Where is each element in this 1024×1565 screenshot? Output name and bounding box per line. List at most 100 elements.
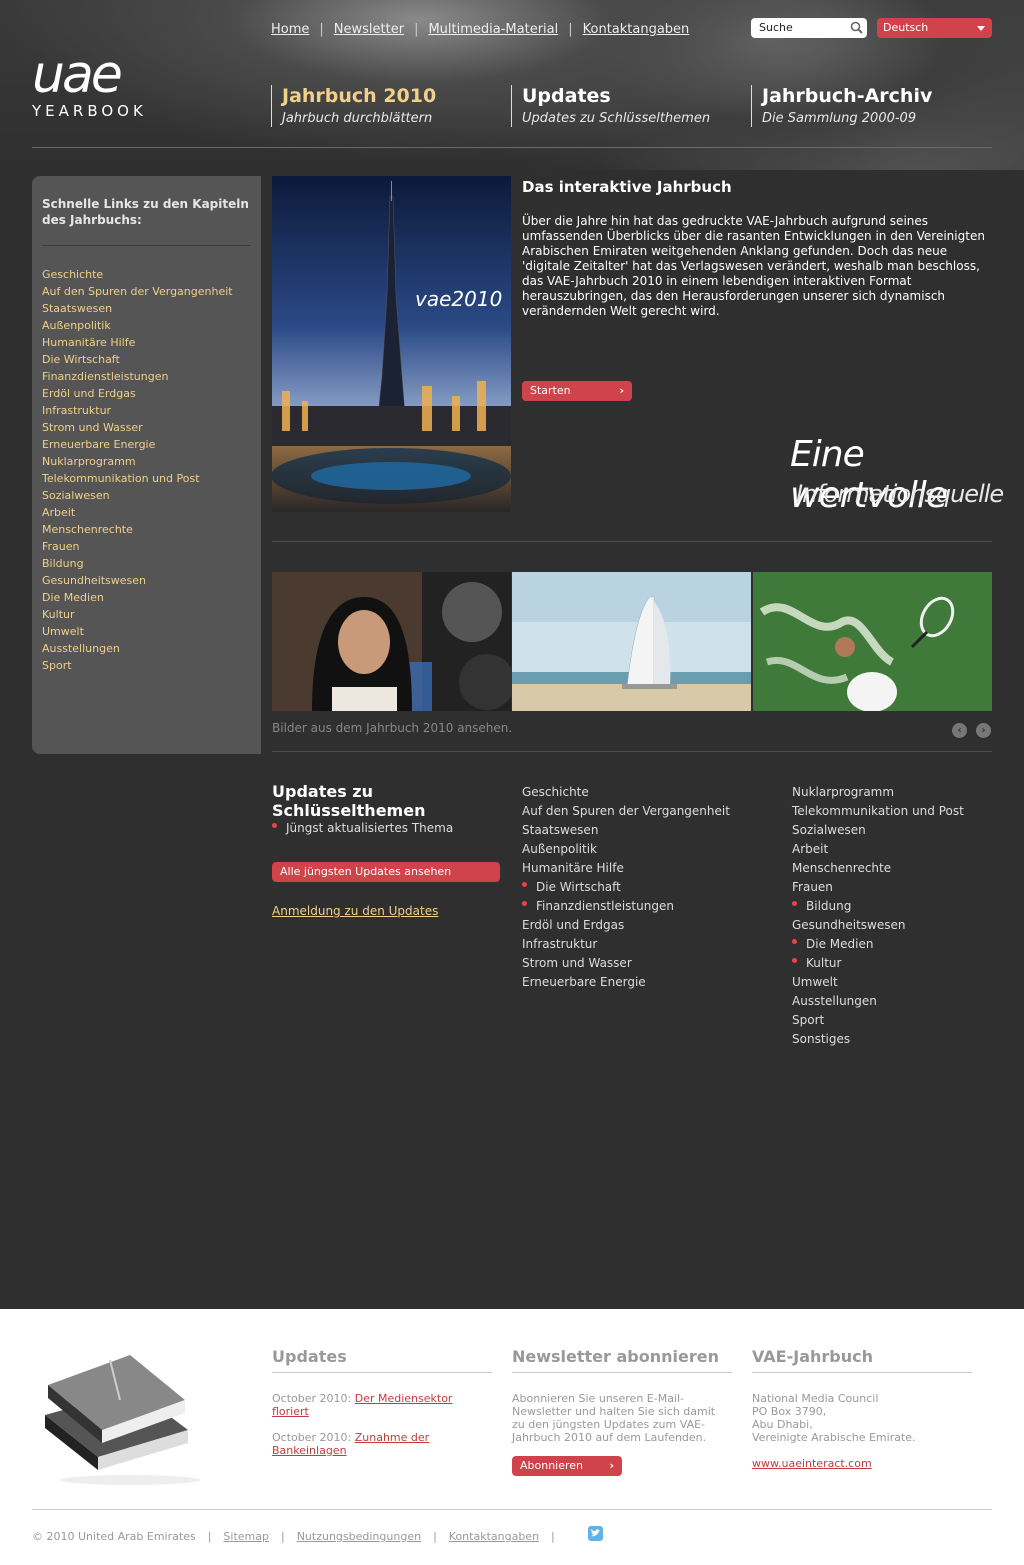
sidebar-link[interactable]: Staatswesen bbox=[42, 300, 251, 317]
updates-topic-link[interactable]: Geschichte bbox=[522, 783, 730, 802]
updates-topic-link[interactable]: Frauen bbox=[792, 878, 964, 897]
start-button-label: Starten bbox=[530, 384, 571, 397]
language-select[interactable]: Deutsch bbox=[877, 18, 992, 38]
updates-topic-link[interactable]: Kultur bbox=[792, 954, 964, 973]
gallery-next-button[interactable]: › bbox=[976, 723, 991, 738]
updates-topic-link[interactable]: Die Medien bbox=[792, 935, 964, 954]
topic-label: Kultur bbox=[806, 956, 842, 970]
news-date: October 2010: bbox=[272, 1392, 352, 1405]
sidebar-link[interactable]: Geschichte bbox=[42, 266, 251, 283]
topic-label: Sport bbox=[792, 1013, 825, 1027]
top-link-newsletter[interactable]: Newsletter bbox=[334, 22, 404, 37]
sidebar-link[interactable]: Erdöl und Erdgas bbox=[42, 385, 251, 402]
sidebar-link[interactable]: Erneuerbare Energie bbox=[42, 436, 251, 453]
all-updates-button[interactable]: Alle jüngsten Updates ansehen bbox=[272, 862, 500, 882]
updated-dot-icon bbox=[792, 901, 797, 906]
sidebar-link[interactable]: Bildung bbox=[42, 555, 251, 572]
nav-title: Jahrbuch 2010 bbox=[282, 85, 437, 107]
updates-topic-link[interactable]: Menschenrechte bbox=[792, 859, 964, 878]
search-icon[interactable] bbox=[850, 21, 863, 34]
topic-label: Bildung bbox=[806, 899, 852, 913]
footer-newsletter-title: Newsletter abonnieren bbox=[512, 1347, 732, 1373]
top-link-home[interactable]: Home bbox=[271, 22, 309, 37]
updates-topic-link[interactable]: Nuklarprogramm bbox=[792, 783, 964, 802]
top-link-multimedia[interactable]: Multimedia-Material bbox=[428, 22, 558, 37]
sidebar-link[interactable]: Infrastruktur bbox=[42, 402, 251, 419]
top-link-contact[interactable]: Kontaktangaben bbox=[583, 22, 690, 37]
updates-topic-link[interactable]: Gesundheitswesen bbox=[792, 916, 964, 935]
logo-main: uae bbox=[32, 45, 123, 105]
sidebar-link[interactable]: Auf den Spuren der Vergangenheit bbox=[42, 283, 251, 300]
updates-topic-link[interactable]: Außenpolitik bbox=[522, 840, 730, 859]
updates-topic-link[interactable]: Erneuerbare Energie bbox=[522, 973, 730, 992]
updates-column-1: Geschichte Auf den Spuren der Vergangenhe… bbox=[522, 783, 730, 992]
gallery-divider bbox=[272, 751, 992, 752]
updates-topic-link[interactable]: Sonstiges bbox=[792, 1030, 964, 1049]
updates-topic-link[interactable]: Sport bbox=[792, 1011, 964, 1030]
cover-label: vae2010 bbox=[415, 287, 502, 311]
sidebar-link[interactable]: Die Wirtschaft bbox=[42, 351, 251, 368]
sidebar-link[interactable]: Sport bbox=[42, 657, 251, 674]
contact-link[interactable]: Kontaktangaben bbox=[449, 1530, 539, 1543]
website-link[interactable]: www.uaeinteract.com bbox=[752, 1457, 872, 1470]
nav-archive[interactable]: Jahrbuch-Archiv Die Sammlung 2000-09 bbox=[751, 85, 932, 127]
twitter-icon[interactable] bbox=[588, 1526, 603, 1541]
updates-topic-link[interactable]: Infrastruktur bbox=[522, 935, 730, 954]
updates-topic-link[interactable]: Strom und Wasser bbox=[522, 954, 730, 973]
sidebar-link[interactable]: Menschenrechte bbox=[42, 521, 251, 538]
gallery-photo-burj-al-arab[interactable] bbox=[512, 572, 751, 711]
footer-bottom-bar: © 2010 United Arab Emirates | Sitemap | Nutz… bbox=[32, 1530, 555, 1543]
updates-topic-link[interactable]: Auf den Spuren der Vergangenheit bbox=[522, 802, 730, 821]
updates-topic-link[interactable]: Telekommunikation und Post bbox=[792, 802, 964, 821]
gallery-photo-tennis[interactable] bbox=[753, 572, 992, 711]
updates-topic-link[interactable]: Ausstellungen bbox=[792, 992, 964, 1011]
updates-topic-link[interactable]: Staatswesen bbox=[522, 821, 730, 840]
nav-subtitle: Die Sammlung 2000-09 bbox=[762, 111, 917, 126]
sidebar-link[interactable]: Ausstellungen bbox=[42, 640, 251, 657]
updates-topic-link[interactable]: Bildung bbox=[792, 897, 964, 916]
feature-title: Das interaktive Jahrbuch bbox=[522, 178, 732, 196]
subscribe-button[interactable]: Abonnieren › bbox=[512, 1456, 622, 1476]
gallery-photo-woman[interactable] bbox=[272, 572, 515, 711]
updated-dot-icon bbox=[792, 958, 797, 963]
start-button[interactable]: Starten › bbox=[522, 381, 632, 401]
yearbook-cover-image[interactable]: vae2010 bbox=[272, 176, 511, 512]
topic-label: Geschichte bbox=[522, 785, 589, 799]
sidebar-link[interactable]: Gesundheitswesen bbox=[42, 572, 251, 589]
sidebar-link[interactable]: Außenpolitik bbox=[42, 317, 251, 334]
updates-topic-link[interactable]: Die Wirtschaft bbox=[522, 878, 730, 897]
latest-update-legend: Jüngst aktualisiertes Thema bbox=[272, 821, 453, 835]
address-line: PO Box 3790, bbox=[752, 1405, 827, 1418]
updates-topic-link[interactable]: Finanzdienstleistungen bbox=[522, 897, 730, 916]
updates-topic-link[interactable]: Sozialwesen bbox=[792, 821, 964, 840]
logo[interactable]: uae YEARBOOK bbox=[32, 45, 172, 120]
sidebar-link[interactable]: Sozialwesen bbox=[42, 487, 251, 504]
sidebar-link[interactable]: Finanzdienstleistungen bbox=[42, 368, 251, 385]
sidebar-link[interactable]: Nuklarprogramm bbox=[42, 453, 251, 470]
nav-updates[interactable]: Updates Updates zu Schlüsselthemen bbox=[511, 85, 710, 127]
sidebar-link[interactable]: Die Medien bbox=[42, 589, 251, 606]
sidebar-link[interactable]: Strom und Wasser bbox=[42, 419, 251, 436]
gallery-prev-button[interactable]: ‹ bbox=[952, 723, 967, 738]
address-line: National Media Council bbox=[752, 1392, 879, 1405]
topic-label: Ausstellungen bbox=[792, 994, 877, 1008]
top-navigation: Home | Newsletter | Multimedia-Material | Kont… bbox=[271, 22, 690, 37]
sidebar-link[interactable]: Kultur bbox=[42, 606, 251, 623]
updates-topic-link[interactable]: Umwelt bbox=[792, 973, 964, 992]
sidebar-link[interactable]: Arbeit bbox=[42, 504, 251, 521]
sidebar-link[interactable]: Humanitäre Hilfe bbox=[42, 334, 251, 351]
updates-topic-link[interactable]: Arbeit bbox=[792, 840, 964, 859]
nav-yearbook-2010[interactable]: Jahrbuch 2010 Jahrbuch durchblättern bbox=[271, 85, 436, 127]
updated-dot-icon bbox=[272, 823, 277, 828]
terms-link[interactable]: Nutzungsbedingungen bbox=[297, 1530, 421, 1543]
sidebar-link[interactable]: Telekommunikation und Post bbox=[42, 470, 251, 487]
footer-updates-title: Updates bbox=[272, 1347, 492, 1373]
sidebar-link[interactable]: Umwelt bbox=[42, 623, 251, 640]
updates-topic-link[interactable]: Erdöl und Erdgas bbox=[522, 916, 730, 935]
search-input[interactable]: Suche bbox=[751, 18, 867, 38]
sidebar-link[interactable]: Frauen bbox=[42, 538, 251, 555]
sitemap-link[interactable]: Sitemap bbox=[223, 1530, 269, 1543]
updates-topic-link[interactable]: Humanitäre Hilfe bbox=[522, 859, 730, 878]
topic-label: Umwelt bbox=[792, 975, 838, 989]
updates-signup-link[interactable]: Anmeldung zu den Updates bbox=[272, 904, 438, 918]
